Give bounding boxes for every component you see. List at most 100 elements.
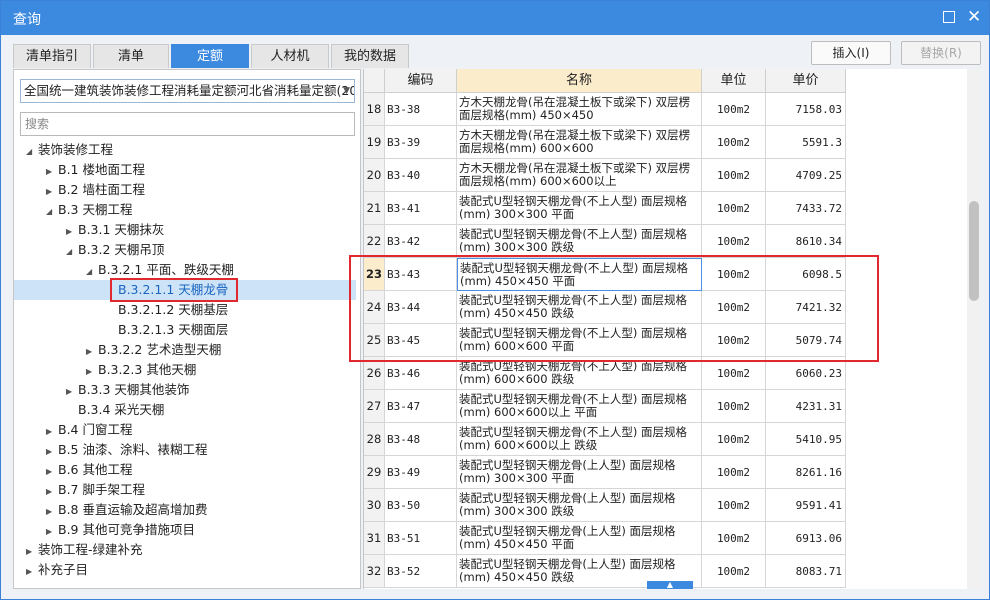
collapsed-arrow-icon[interactable]: ▶ — [66, 382, 78, 402]
tree-node[interactable]: ▶ B.3.3 天棚其他装饰 — [14, 380, 356, 400]
collapsed-arrow-icon[interactable]: ▶ — [46, 162, 58, 182]
cell-name[interactable]: 装配式U型轻钢天棚龙骨(上人型) 面层规格(mm) 300×300 跌级 — [457, 489, 702, 522]
cell-unit[interactable]: 100m2 — [702, 489, 766, 522]
replace-button[interactable]: 替换(R) — [901, 41, 981, 65]
tree-node[interactable]: ▶ 装饰工程-绿建补充 — [14, 540, 356, 560]
cell-name[interactable]: 方木天棚龙骨(吊在混凝土板下或梁下) 双层楞 面层规格(mm) 600×600 — [457, 126, 702, 159]
tree-node[interactable]: ▶ B.7 脚手架工程 — [14, 480, 356, 500]
row-number[interactable]: 22 — [364, 225, 385, 258]
tab-labor-material-machine[interactable]: 人材机 — [251, 44, 329, 68]
row-number[interactable]: 20 — [364, 159, 385, 192]
tab-quota[interactable]: 定额 — [171, 44, 249, 68]
collapsed-arrow-icon[interactable]: ▶ — [46, 182, 58, 202]
tree-node[interactable]: ◢ B.3.2 天棚吊顶 — [14, 240, 356, 260]
tree-node[interactable]: ▶ B.2 墙柱面工程 — [14, 180, 356, 200]
cell-price[interactable]: 8261.16 — [766, 456, 846, 489]
tree-node[interactable]: ◢ B.3 天棚工程 — [14, 200, 356, 220]
collapsed-arrow-icon[interactable]: ▶ — [46, 482, 58, 502]
cell-price[interactable]: 4231.31 — [766, 390, 846, 423]
maximize-icon[interactable] — [943, 11, 955, 23]
table-row[interactable]: 22 B3-42 装配式U型轻钢天棚龙骨(不上人型) 面层规格(mm) 300×30… — [364, 225, 846, 258]
table-row[interactable]: 19 B3-39 方木天棚龙骨(吊在混凝土板下或梁下) 双层楞 面层规格(mm) 6… — [364, 126, 846, 159]
table-row[interactable]: 32 B3-52 装配式U型轻钢天棚龙骨(上人型) 面层规格(mm) 450×450… — [364, 555, 846, 588]
header-name[interactable]: 名称 — [457, 69, 702, 93]
cell-name[interactable]: 方木天棚龙骨(吊在混凝土板下或梁下) 双层楞 面层规格(mm) 450×450 — [457, 93, 702, 126]
cell-code[interactable]: B3-48 — [385, 423, 457, 456]
tree-node[interactable]: B.3.2.1.3 天棚面层 — [14, 320, 356, 340]
cell-price[interactable]: 8083.71 — [766, 555, 846, 588]
cell-price[interactable]: 7433.72 — [766, 192, 846, 225]
tab-list-guide[interactable]: 清单指引 — [13, 44, 91, 68]
tab-my-data[interactable]: 我的数据 — [331, 44, 409, 68]
row-number[interactable]: 32 — [364, 555, 385, 588]
collapsed-arrow-icon[interactable]: ▶ — [66, 222, 78, 242]
expanded-arrow-icon[interactable]: ◢ — [26, 142, 38, 162]
table-row[interactable]: 29 B3-49 装配式U型轻钢天棚龙骨(上人型) 面层规格(mm) 300×300… — [364, 456, 846, 489]
cell-price[interactable]: 7158.03 — [766, 93, 846, 126]
tree-node[interactable]: ▶ B.1 楼地面工程 — [14, 160, 356, 180]
cell-unit[interactable]: 100m2 — [702, 390, 766, 423]
cell-unit[interactable]: 100m2 — [702, 93, 766, 126]
insert-button[interactable]: 插入(I) — [811, 41, 891, 65]
cell-code[interactable]: B3-47 — [385, 390, 457, 423]
header-price[interactable]: 单价 — [766, 69, 846, 93]
cell-unit[interactable]: 100m2 — [702, 126, 766, 159]
tree-node[interactable]: ▶ B.4 门窗工程 — [14, 420, 356, 440]
cell-code[interactable]: B3-39 — [385, 126, 457, 159]
tree-node[interactable]: ▶ B.3.2.2 艺术造型天棚 — [14, 340, 356, 360]
collapsed-arrow-icon[interactable]: ▶ — [86, 342, 98, 362]
table-row[interactable]: 27 B3-47 装配式U型轻钢天棚龙骨(不上人型) 面层规格(mm) 600×60… — [364, 390, 846, 423]
search-input[interactable]: 搜索 — [20, 112, 355, 136]
table-row[interactable]: 30 B3-50 装配式U型轻钢天棚龙骨(上人型) 面层规格(mm) 300×300… — [364, 489, 846, 522]
cell-unit[interactable]: 100m2 — [702, 555, 766, 588]
cell-price[interactable]: 4709.25 — [766, 159, 846, 192]
tree-node[interactable]: ▶ 补充子目 — [14, 560, 356, 580]
table-row[interactable]: 28 B3-48 装配式U型轻钢天棚龙骨(不上人型) 面层规格(mm) 600×60… — [364, 423, 846, 456]
expanded-arrow-icon[interactable]: ◢ — [46, 202, 58, 222]
tree-node[interactable]: ◢ B.3.2.1 平面、跌级天棚 — [14, 260, 356, 280]
header-unit[interactable]: 单位 — [702, 69, 766, 93]
cell-name[interactable]: 装配式U型轻钢天棚龙骨(不上人型) 面层规格(mm) 300×300 跌级 — [457, 225, 702, 258]
scrollbar-thumb[interactable] — [969, 201, 979, 301]
cell-name[interactable]: 装配式U型轻钢天棚龙骨(不上人型) 面层规格(mm) 600×600以上 跌级 — [457, 423, 702, 456]
cell-name[interactable]: 方木天棚龙骨(吊在混凝土板下或梁下) 双层楞 面层规格(mm) 600×600以… — [457, 159, 702, 192]
expanded-arrow-icon[interactable]: ◢ — [86, 262, 98, 282]
tab-list[interactable]: 清单 — [93, 44, 169, 68]
cell-price[interactable]: 9591.41 — [766, 489, 846, 522]
expanded-arrow-icon[interactable]: ◢ — [66, 242, 78, 262]
tree-node[interactable]: B.3.4 采光天棚 — [14, 400, 356, 420]
tree-node[interactable]: ▶ B.3.1 天棚抹灰 — [14, 220, 356, 240]
cell-unit[interactable]: 100m2 — [702, 423, 766, 456]
tree-node[interactable]: ▶ B.8 垂直运输及超高增加费 — [14, 500, 356, 520]
table-row[interactable]: 31 B3-51 装配式U型轻钢天棚龙骨(上人型) 面层规格(mm) 450×450… — [364, 522, 846, 555]
row-number[interactable]: 21 — [364, 192, 385, 225]
grid-scrollbar[interactable] — [967, 69, 981, 589]
cell-code[interactable]: B3-49 — [385, 456, 457, 489]
cell-unit[interactable]: 100m2 — [702, 456, 766, 489]
quota-library-select[interactable]: 全国统一建筑装饰装修工程消耗量定额河北省消耗量定额(20 ▼ — [20, 79, 355, 103]
row-number[interactable]: 18 — [364, 93, 385, 126]
tree-node[interactable]: B.3.2.1.2 天棚基层 — [14, 300, 356, 320]
tree-node[interactable]: ◢ 装饰装修工程 — [14, 140, 356, 160]
cell-code[interactable]: B3-42 — [385, 225, 457, 258]
cell-unit[interactable]: 100m2 — [702, 192, 766, 225]
cell-code[interactable]: B3-52 — [385, 555, 457, 588]
cell-name[interactable]: 装配式U型轻钢天棚龙骨(上人型) 面层规格(mm) 300×300 平面 — [457, 456, 702, 489]
cell-name[interactable]: 装配式U型轻钢天棚龙骨(不上人型) 面层规格(mm) 300×300 平面 — [457, 192, 702, 225]
table-row[interactable]: 21 B3-41 装配式U型轻钢天棚龙骨(不上人型) 面层规格(mm) 300×30… — [364, 192, 846, 225]
header-code[interactable]: 编码 — [385, 69, 457, 93]
cell-unit[interactable]: 100m2 — [702, 522, 766, 555]
row-number[interactable]: 28 — [364, 423, 385, 456]
collapsed-arrow-icon[interactable]: ▶ — [86, 362, 98, 382]
table-row[interactable]: 18 B3-38 方木天棚龙骨(吊在混凝土板下或梁下) 双层楞 面层规格(mm) 4… — [364, 93, 846, 126]
collapsed-arrow-icon[interactable]: ▶ — [46, 422, 58, 442]
cell-unit[interactable]: 100m2 — [702, 225, 766, 258]
tree-node[interactable]: ▶ B.9 其他可竞争措施项目 — [14, 520, 356, 540]
row-number[interactable]: 27 — [364, 390, 385, 423]
tree-node[interactable]: ▶ B.3.2.3 其他天棚 — [14, 360, 356, 380]
cell-unit[interactable]: 100m2 — [702, 159, 766, 192]
table-row[interactable]: 20 B3-40 方木天棚龙骨(吊在混凝土板下或梁下) 双层楞 面层规格(mm) 6… — [364, 159, 846, 192]
row-number[interactable]: 31 — [364, 522, 385, 555]
cell-code[interactable]: B3-40 — [385, 159, 457, 192]
row-number[interactable]: 29 — [364, 456, 385, 489]
